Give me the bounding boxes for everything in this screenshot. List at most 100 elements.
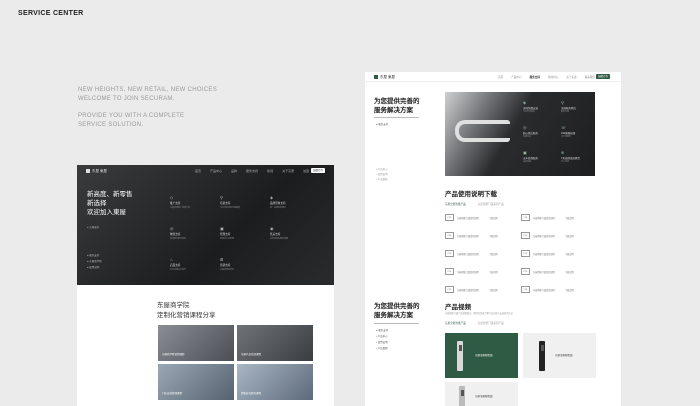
download-item[interactable]: PDF 东屋智能门锁使用说明 下载说明 — [445, 231, 521, 241]
nav-item-active[interactable]: 服务支持 — [530, 75, 540, 79]
nav-item[interactable]: 首页 — [195, 169, 201, 173]
tab-all-products[interactable]: 东屋全屋智能产品 — [445, 202, 466, 206]
service-desc: 统一品牌形象展示 — [270, 207, 287, 209]
section-nav-item[interactable]: • 产品视频 — [376, 177, 388, 182]
service-title: 品牌形象支持 — [270, 202, 286, 205]
nav-item[interactable]: 品牌 — [231, 169, 237, 173]
download-item[interactable]: PDF 东屋智能门锁使用说明 下载说明 — [445, 249, 521, 259]
join-button[interactable]: 加盟合作 — [596, 74, 610, 79]
download-item[interactable]: PDF 东屋智能门锁使用说明 下载说明 — [445, 213, 521, 223]
hero-heading-line: 新高度、新零售 — [87, 191, 133, 198]
nav-items: 首页 产品中心 品牌 服务支持 新闻 关于东屋 加盟 — [195, 169, 309, 173]
download-link[interactable]: 下载说明 — [489, 234, 498, 238]
section-nav-item[interactable]: • 产品视频 — [376, 346, 388, 352]
video-title: 产品视频 — [445, 304, 471, 311]
logo[interactable]: 东屋 東屋 — [86, 169, 107, 174]
video-card-label: 东屋全屋智能锁 — [475, 395, 493, 398]
service-item[interactable]: ◇ 推广支持 东屋优质推广资源支持 — [170, 195, 220, 209]
download-link[interactable]: 下载说明 — [489, 288, 498, 292]
download-item[interactable]: PDF 东屋智能门锁使用说明 下载说明 — [521, 231, 597, 241]
nav-item[interactable]: 产品中心 — [511, 75, 521, 79]
course-card[interactable]: 东屋商学院营销课程 — [158, 325, 234, 361]
section-heading-line: 服务解决方案 — [374, 312, 413, 319]
download-link[interactable]: 下载说明 — [565, 270, 574, 274]
service-desc: 快速响应 — [523, 136, 532, 138]
pdf-icon: PDF — [521, 268, 530, 275]
join-button[interactable]: 加盟合作 — [311, 168, 325, 173]
nav-item[interactable]: 关于东屋 — [566, 75, 576, 79]
tab-all-products[interactable]: 东屋全屋智能产品 — [445, 321, 466, 325]
pdf-icon: PDF — [445, 268, 454, 275]
video-subtitle: 东屋智能门锁产品视频展示，帮助您快速了解产品功能与安装使用方法 — [445, 313, 513, 315]
service-item[interactable]: ⌂ 店面支持 专业店面设计指导 — [170, 257, 220, 271]
nav-items: 首页 产品中心 服务支持 新闻中心 关于东屋 联系我们 — [498, 75, 595, 79]
side-list-item[interactable]: ● 使用说明 — [87, 265, 102, 271]
nav-item[interactable]: 加盟 — [303, 169, 309, 173]
download-item[interactable]: PDF 东屋智能门锁使用说明 下载说明 — [521, 249, 597, 259]
download-item[interactable]: PDF 东屋智能门锁使用说明 下载说明 — [521, 213, 597, 223]
service-desc: 安心购物 — [561, 161, 570, 163]
download-link[interactable]: 下载说明 — [489, 252, 498, 256]
tab-lock-products[interactable]: 东屋智能门锁系列产品 — [478, 202, 504, 206]
download-link[interactable]: 下载说明 — [489, 216, 498, 220]
nav-item[interactable]: 新闻中心 — [548, 75, 558, 79]
academy-title: 东屋商学院 — [157, 302, 190, 309]
nav-item[interactable]: 联系我们 — [585, 75, 595, 79]
service-item[interactable]: ⚲ 全国服务网点 覆盖全国 — [561, 100, 599, 113]
course-card[interactable]: 门店运营管理课程 — [158, 364, 234, 400]
download-name: 东屋智能门锁使用说明 — [533, 254, 555, 256]
service-item[interactable]: ☏ 24h客服热线 全天候服务 — [561, 125, 599, 138]
course-card[interactable]: 东屋产品培训课程 — [237, 325, 313, 361]
hero-heading-line: 欢迎加入東屋 — [87, 209, 126, 216]
nav-item[interactable]: 关于东屋 — [282, 169, 294, 173]
course-card[interactable]: 销售技巧提升课程 — [237, 364, 313, 400]
academy-subtitle: 定制化营销课程分享 — [157, 312, 216, 319]
service-item[interactable]: ▣ 五年质保服务 品质保障 — [523, 150, 561, 163]
service-desc: 品质保障 — [523, 161, 532, 163]
service-item[interactable]: ◈ 品牌形象支持 统一品牌形象展示 — [270, 195, 320, 209]
service-item[interactable]: ⊞ 营销支持 多渠道营销活动 — [220, 257, 270, 271]
video-card[interactable]: 东屋全屋智能锁 — [445, 382, 518, 406]
pdf-icon: PDF — [521, 232, 530, 239]
download-name: 东屋智能门锁使用说明 — [533, 218, 555, 220]
service-desc: 系统化门店管理 — [220, 238, 235, 240]
service-icon: ◎ — [170, 226, 174, 231]
download-link[interactable]: 下载说明 — [565, 288, 574, 292]
pdf-icon: PDF — [445, 286, 454, 293]
nav-item[interactable]: 产品中心 — [210, 169, 222, 173]
tab-lock-products[interactable]: 东屋智能门锁系列产品 — [478, 321, 504, 325]
service-item[interactable]: ⚲ 培训支持 专业培训体系全面赋能 — [220, 195, 270, 209]
tagline-line: SERVICE SOLUTION. — [78, 122, 144, 128]
tagline: NEW HEIGHTS, NEW RETAIL, NEW CHOICES WELC… — [78, 86, 217, 138]
download-item[interactable]: PDF 东屋智能门锁使用说明 下载说明 — [445, 285, 521, 295]
download-item[interactable]: PDF 东屋智能门锁使用说明 下载说明 — [445, 267, 521, 277]
tagline-line: NEW HEIGHTS, NEW RETAIL, NEW CHOICES — [78, 87, 218, 93]
nav-item[interactable]: 新闻 — [267, 169, 273, 173]
video-card[interactable]: 东屋全屋智能锁 — [523, 333, 596, 378]
service-item[interactable]: ⊕ 7天无理由退换货 安心购物 — [561, 150, 599, 163]
hero-heading: 新高度、新零售 新选择 欢迎加入東屋 — [87, 190, 133, 217]
download-link[interactable]: 下载说明 — [489, 270, 498, 274]
service-item[interactable]: ◎ 贴心售后服务 快速响应 — [523, 125, 561, 138]
download-link[interactable]: 下载说明 — [565, 252, 574, 256]
service-item[interactable]: ▣ 管理支持 系统化门店管理 — [220, 226, 270, 240]
video-card[interactable]: 东屋全屋智能锁 — [445, 333, 518, 378]
nav-item[interactable]: 服务支持 — [246, 169, 258, 173]
course-card-label: 门店运营管理课程 — [162, 392, 183, 395]
service-item[interactable]: ◈ 全国免费安装 专业安装团队 — [523, 100, 561, 113]
door-handle-image — [455, 120, 510, 142]
service-item[interactable]: ◉ 售后支持 完善的售后服务保障 — [270, 226, 320, 240]
service-desc: 专业店面设计指导 — [170, 269, 187, 271]
service-item[interactable]: ◎ 物流支持 高效物流配送体系 — [170, 226, 220, 240]
service-desc: 全天候服务 — [561, 136, 572, 138]
logo[interactable]: 东屋 東屋 — [374, 75, 395, 80]
section-heading-line: 服务解决方案 — [374, 107, 413, 114]
download-link[interactable]: 下载说明 — [565, 216, 574, 220]
download-link[interactable]: 下载说明 — [565, 234, 574, 238]
download-item[interactable]: PDF 东屋智能门锁使用说明 下载说明 — [521, 285, 597, 295]
download-item[interactable]: PDF 东屋智能门锁使用说明 下载说明 — [521, 267, 597, 277]
section-heading: 为您提供完善的 服务解决方案 — [374, 97, 420, 115]
nav-item[interactable]: 首页 — [498, 75, 503, 79]
service-icon: ◈ — [270, 195, 274, 200]
section-nav: ● 服务支持 • 产品中心 • 使用说明 • 产品视频 — [376, 328, 388, 352]
